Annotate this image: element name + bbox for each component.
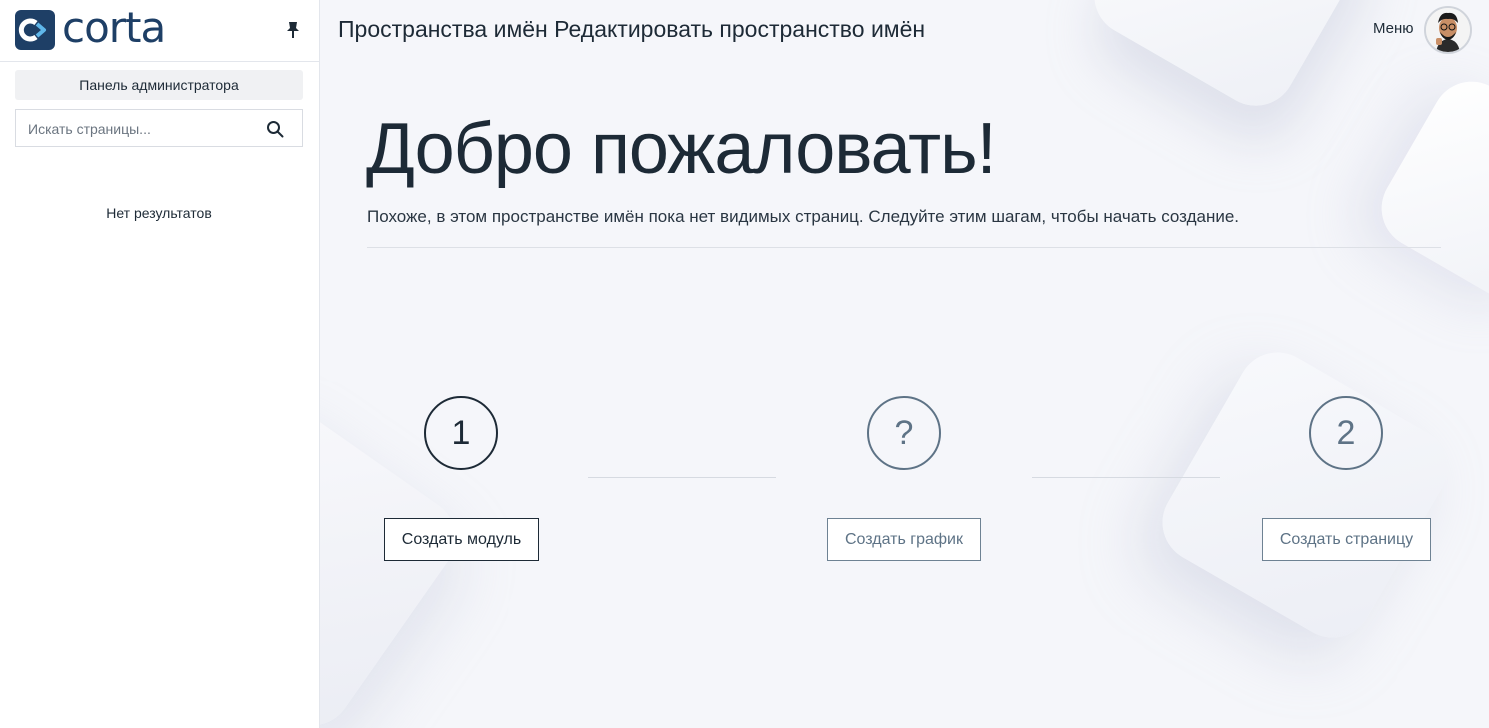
page-title: Пространства имён Редактировать простран… [338, 16, 926, 42]
divider [367, 247, 1441, 248]
background-shape [1147, 337, 1463, 653]
no-results-text: Нет результатов [106, 205, 212, 221]
step-connector [588, 477, 776, 478]
menu-button[interactable]: Меню [1373, 20, 1414, 37]
search-icon[interactable] [266, 120, 284, 138]
background-shape [1079, 0, 1381, 121]
welcome-heading: Добро пожаловать! [366, 109, 997, 189]
create-module-button[interactable]: Создать модуль [384, 518, 539, 561]
step-1-circle: 1 [424, 396, 498, 470]
avatar[interactable] [1424, 6, 1472, 54]
background-shape [1367, 67, 1489, 313]
create-page-button[interactable]: Создать страницу [1262, 518, 1431, 561]
pin-icon[interactable] [284, 20, 302, 40]
step-connector [1032, 477, 1220, 478]
welcome-subtitle: Похоже, в этом пространстве имён пока не… [367, 207, 1240, 226]
step-2-circle: 2 [1309, 396, 1383, 470]
create-chart-button[interactable]: Создать график [827, 518, 981, 561]
step-optional-circle: ? [867, 396, 941, 470]
search-input[interactable] [28, 118, 258, 140]
search-box [15, 109, 303, 147]
corta-logo-icon[interactable] [15, 10, 55, 50]
admin-panel-button[interactable]: Панель администратора [15, 70, 303, 100]
logo-text[interactable]: corta [62, 4, 166, 52]
logo-row: corta [0, 0, 319, 62]
sidebar: corta Панель администратора Нет результа… [0, 0, 320, 728]
main-area: Пространства имён Редактировать простран… [320, 0, 1489, 728]
